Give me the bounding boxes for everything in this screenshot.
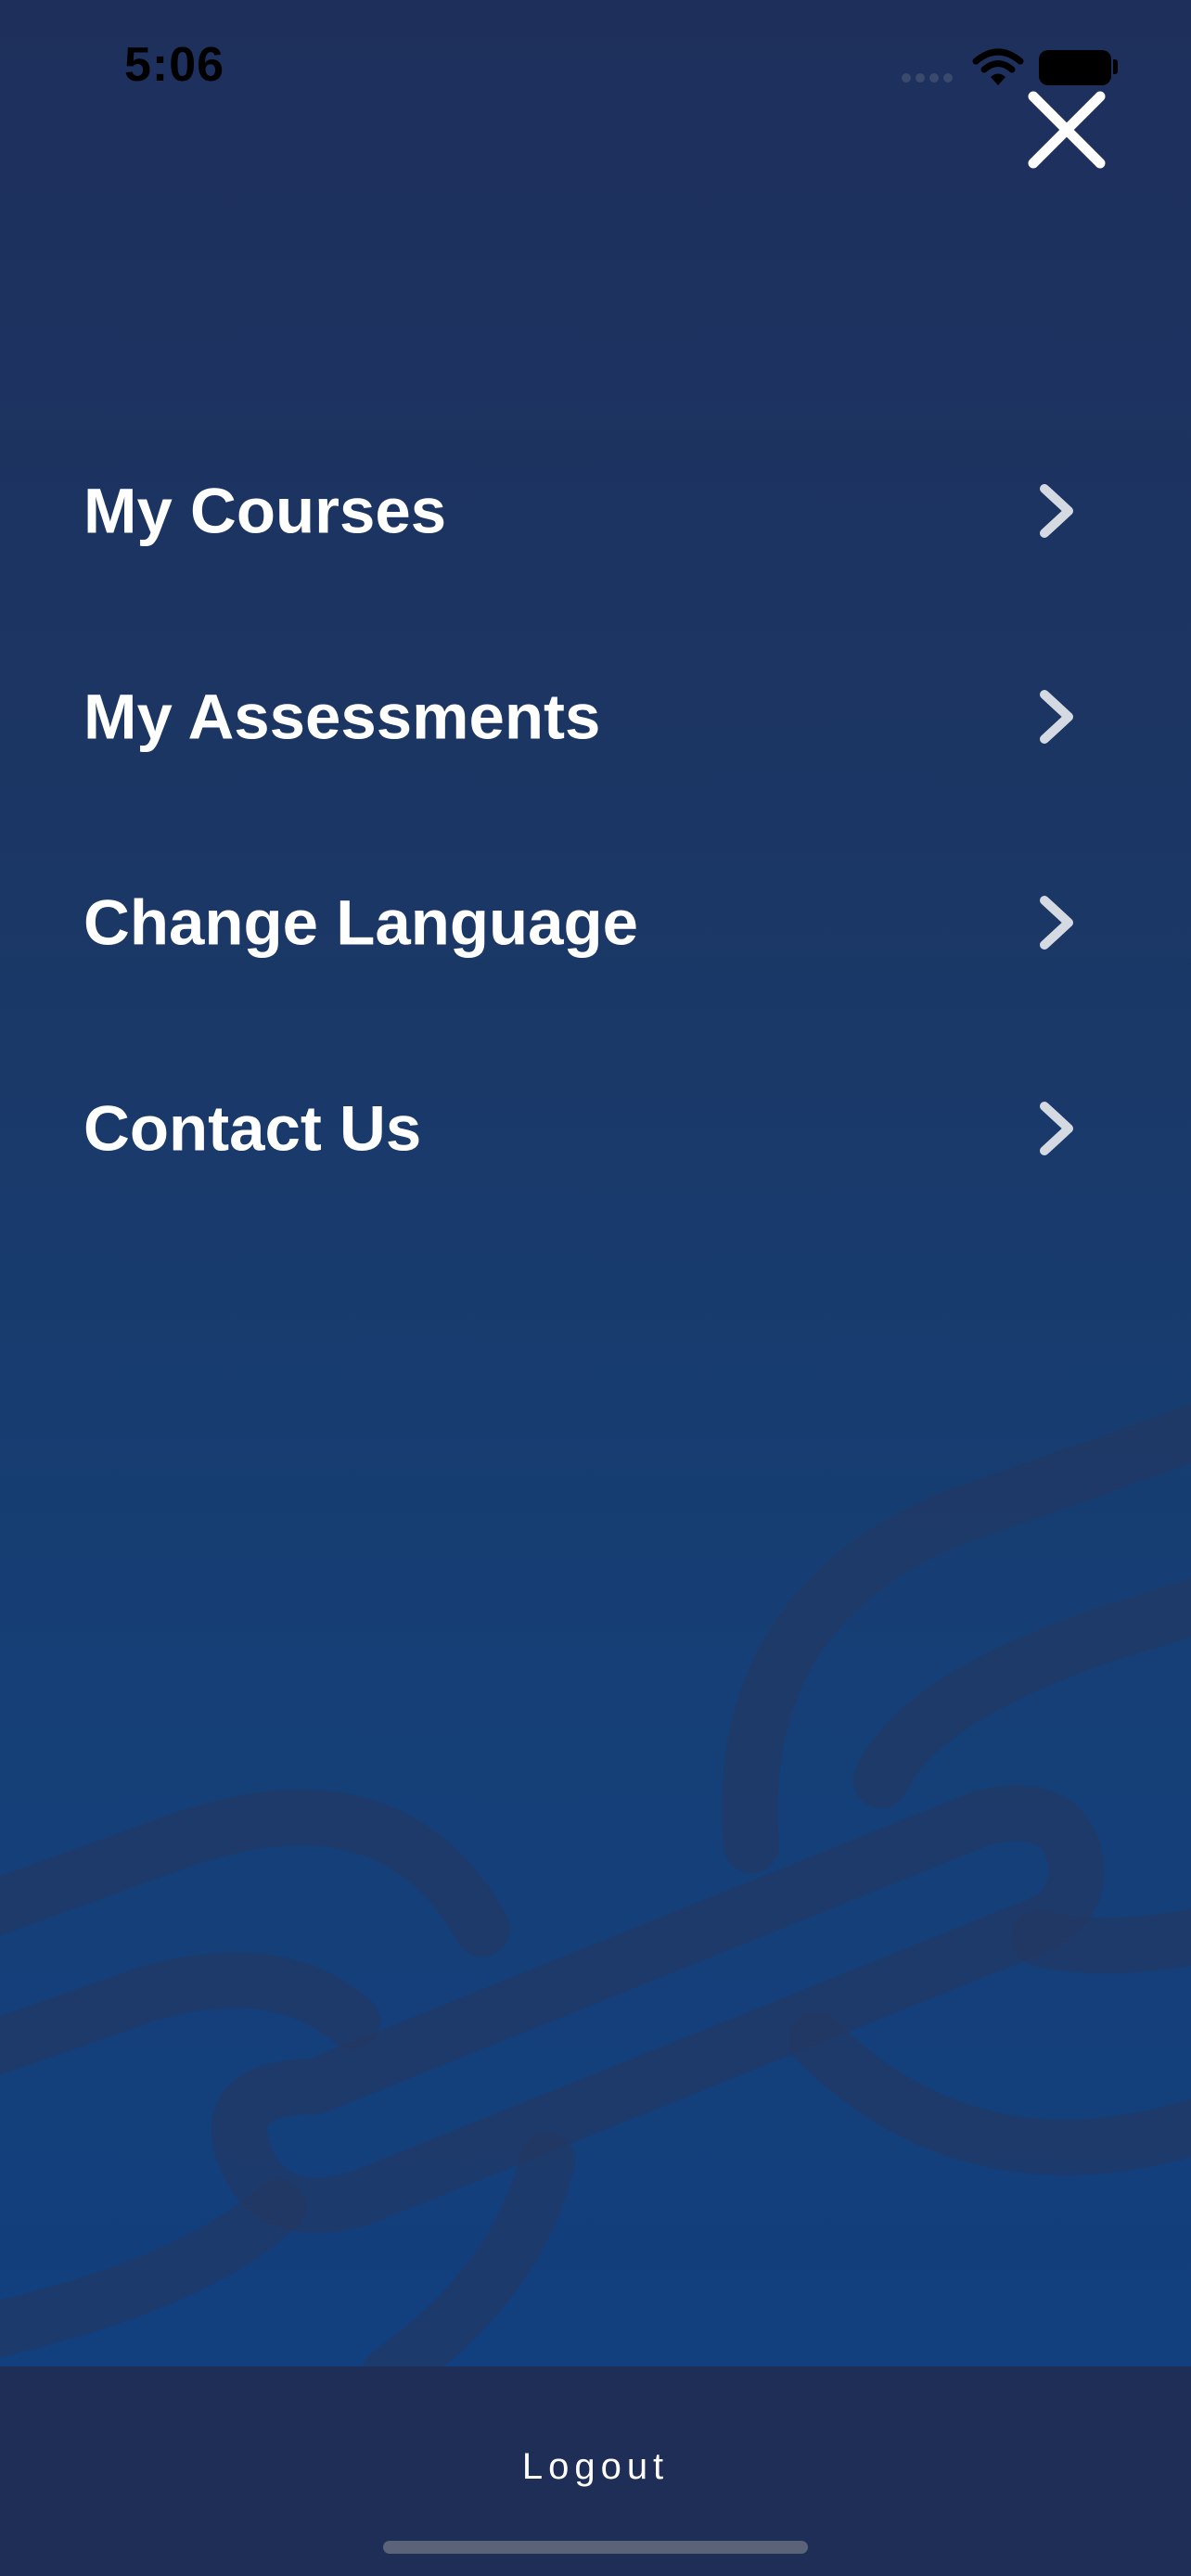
menu-item-my-assessments[interactable]: My Assessments [0,614,1191,820]
battery-icon [1039,50,1111,85]
footer-bar: Logout [0,2366,1191,2576]
logout-button[interactable]: Logout [0,2446,1191,2488]
close-icon [1028,91,1106,169]
menu-item-label: Change Language [83,886,639,959]
battery-tip [1113,59,1118,74]
chevron-right-icon [1040,896,1073,950]
chevron-right-icon [1040,1102,1073,1155]
chevron-right-icon [1040,690,1073,744]
cellular-signal-icon [902,70,957,87]
status-time: 5:06 [124,38,225,92]
status-bar: 5:06 [0,0,1191,130]
side-menu: My Courses My Assessments Change Languag… [0,408,1191,1231]
menu-item-label: Contact Us [83,1092,422,1165]
chain-watermark-icon [0,1404,1191,2402]
menu-item-label: My Courses [83,475,447,547]
home-indicator[interactable] [383,2541,808,2554]
close-button[interactable] [1020,83,1113,176]
chevron-right-icon [1040,484,1073,538]
menu-item-change-language[interactable]: Change Language [0,820,1191,1026]
menu-item-contact-us[interactable]: Contact Us [0,1026,1191,1231]
menu-item-label: My Assessments [83,681,601,753]
wifi-icon [972,48,1024,85]
menu-item-my-courses[interactable]: My Courses [0,408,1191,614]
